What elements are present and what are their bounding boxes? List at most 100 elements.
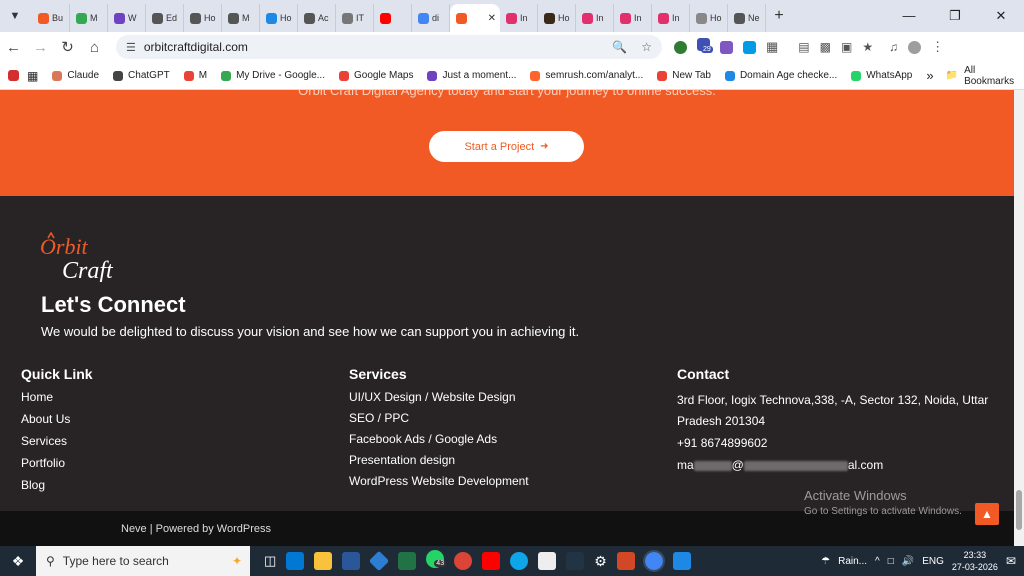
m-extension-icon[interactable] xyxy=(743,40,756,54)
chrome-icon[interactable] xyxy=(454,552,473,570)
browser-tab[interactable]: IT xyxy=(336,4,374,32)
browser-tab[interactable]: Ne xyxy=(728,4,766,32)
bookmark-item[interactable]: New Tab xyxy=(657,70,711,81)
home-icon[interactable]: ⌂ xyxy=(81,39,108,56)
scroll-to-top-button[interactable]: ▲ xyxy=(975,503,999,525)
service-link-presentation[interactable]: Presentation design xyxy=(349,453,529,468)
puzzle-extensions-icon[interactable]: ▦ xyxy=(766,39,778,55)
red-app-icon[interactable] xyxy=(8,70,19,81)
tray-overflow-icon[interactable]: ^ xyxy=(875,556,880,567)
contact-email[interactable]: ma @ al.com xyxy=(677,454,997,476)
browser-tab[interactable]: In xyxy=(500,4,538,32)
service-link-wordpress[interactable]: WordPress Website Development xyxy=(349,474,529,489)
address-bar[interactable]: ☰ orbitcraftdigital.com 🔍 ☆ xyxy=(116,35,662,59)
word-icon[interactable] xyxy=(342,552,361,570)
photos-icon[interactable] xyxy=(672,552,691,570)
file-explorer-icon[interactable] xyxy=(314,552,333,570)
volume-icon[interactable]: 🔊 xyxy=(902,556,914,567)
browser-tab[interactable] xyxy=(374,4,412,32)
youtube-icon[interactable] xyxy=(482,552,501,570)
bookmark-item[interactable]: M xyxy=(183,70,207,81)
bookmark-item[interactable]: Domain Age checke... xyxy=(724,70,837,81)
quick-link-about[interactable]: About Us xyxy=(21,412,93,427)
zoom-icon[interactable]: 🔍 xyxy=(612,40,627,54)
browser-tab[interactable]: In xyxy=(652,4,690,32)
more-bookmarks-icon[interactable]: » xyxy=(926,68,933,83)
media-icon[interactable]: ♫ xyxy=(889,40,898,54)
browser-tab[interactable]: W xyxy=(108,4,146,32)
powerpoint-icon[interactable] xyxy=(616,552,635,570)
bookmark-item[interactable]: ChatGPT xyxy=(113,70,170,81)
d-extension-icon[interactable] xyxy=(720,40,733,54)
whatsapp-icon[interactable]: 43 xyxy=(426,549,447,573)
browser-tab[interactable]: Ed xyxy=(146,4,184,32)
forward-icon[interactable]: → xyxy=(27,39,54,56)
bookmark-item[interactable]: WhatsApp xyxy=(851,70,912,81)
outlook-icon[interactable] xyxy=(286,552,305,570)
chrome-active-icon[interactable] xyxy=(642,550,665,572)
site-info-icon[interactable]: ☰ xyxy=(126,41,136,54)
menu-dots-icon[interactable]: ⋮ xyxy=(931,39,944,55)
quick-link-home[interactable]: Home xyxy=(21,390,93,405)
bookmark-item[interactable]: My Drive - Google... xyxy=(221,70,325,81)
notifications-icon[interactable]: ✉ xyxy=(1006,554,1016,568)
quick-link-portfolio[interactable]: Portfolio xyxy=(21,456,93,471)
notepad-icon[interactable] xyxy=(538,552,557,570)
quick-link-services[interactable]: Services xyxy=(21,434,93,449)
task-view-icon[interactable]: ◫ xyxy=(264,553,276,569)
browser-tab[interactable]: ✕ xyxy=(450,4,500,32)
bookmark-item[interactable]: Google Maps xyxy=(339,70,413,81)
scroll-thumb[interactable] xyxy=(1016,490,1022,530)
start-project-button[interactable]: Start a Project ➜ xyxy=(429,131,584,162)
service-link-ads[interactable]: Facebook Ads / Google Ads xyxy=(349,432,529,447)
service-link-uiux[interactable]: UI/UX Design / Website Design xyxy=(349,390,529,405)
browser-tab[interactable]: Ac xyxy=(298,4,336,32)
page-scrollbar[interactable] xyxy=(1014,90,1024,546)
weather-label[interactable]: Rain... xyxy=(838,556,867,567)
url-text[interactable]: orbitcraftdigital.com xyxy=(144,40,248,54)
qr-icon[interactable]: ▩ xyxy=(820,40,831,54)
bookmark-item[interactable]: Just a moment... xyxy=(427,70,516,81)
browser-tab[interactable]: In xyxy=(614,4,652,32)
settings-icon[interactable]: ⚙ xyxy=(594,553,607,570)
close-tab-icon[interactable]: ✕ xyxy=(488,13,496,24)
bookmark-item[interactable]: Claude xyxy=(52,70,99,81)
browser-tab[interactable]: Ho xyxy=(538,4,576,32)
profile-avatar[interactable] xyxy=(908,40,922,54)
browser-tab[interactable]: In xyxy=(576,4,614,32)
bookmark-star-icon[interactable]: ☆ xyxy=(641,40,652,54)
tab-search-icon[interactable]: ▼ xyxy=(4,5,26,27)
footer-credit[interactable]: Neve | Powered by WordPress xyxy=(121,523,271,535)
reload-icon[interactable]: ↻ xyxy=(54,38,81,56)
quick-link-blog[interactable]: Blog xyxy=(21,478,93,493)
all-bookmarks-button[interactable]: 📁 All Bookmarks xyxy=(946,65,1014,87)
service-link-seo[interactable]: SEO / PPC xyxy=(349,411,529,426)
browser-tab[interactable]: Ho xyxy=(690,4,728,32)
tab-groups-icon[interactable]: ▣ xyxy=(841,40,852,54)
reading-list-icon[interactable]: ▤ xyxy=(798,40,809,54)
restore-icon[interactable]: ❐ xyxy=(932,8,978,24)
windows-start-icon[interactable]: ❖ xyxy=(0,553,36,570)
back-icon[interactable]: ← xyxy=(0,39,27,56)
orbit-craft-logo[interactable]: Orbit Craft xyxy=(40,231,140,284)
taskbar-search[interactable]: ⚲ Type here to search ✦ xyxy=(36,546,250,576)
language-indicator[interactable]: ENG xyxy=(922,556,944,567)
bookmarks-manager-icon[interactable]: ★ xyxy=(862,40,873,54)
browser-tab[interactable]: M xyxy=(70,4,108,32)
close-window-icon[interactable]: ✕ xyxy=(978,8,1024,24)
extension-badge-icon[interactable]: 29 xyxy=(697,38,713,56)
vscode-icon[interactable] xyxy=(369,550,390,572)
grammarly-extension-icon[interactable] xyxy=(674,40,687,54)
browser-tab[interactable]: Ho xyxy=(184,4,222,32)
excel-icon[interactable] xyxy=(398,552,417,570)
terminal-icon[interactable] xyxy=(566,552,585,570)
browser-tab[interactable]: Ho xyxy=(260,4,298,32)
clock[interactable]: 23:33 27-03-2026 xyxy=(952,549,998,573)
browser-tab[interactable]: M xyxy=(222,4,260,32)
weather-icon[interactable]: ☂ xyxy=(821,556,830,567)
new-tab-button[interactable]: + xyxy=(766,7,792,25)
network-icon[interactable]: □ xyxy=(888,556,894,567)
contact-phone[interactable]: +91 8674899602 xyxy=(677,432,997,454)
apps-grid-icon[interactable]: ▦ xyxy=(27,69,38,83)
bookmark-item[interactable]: semrush.com/analyt... xyxy=(530,70,643,81)
